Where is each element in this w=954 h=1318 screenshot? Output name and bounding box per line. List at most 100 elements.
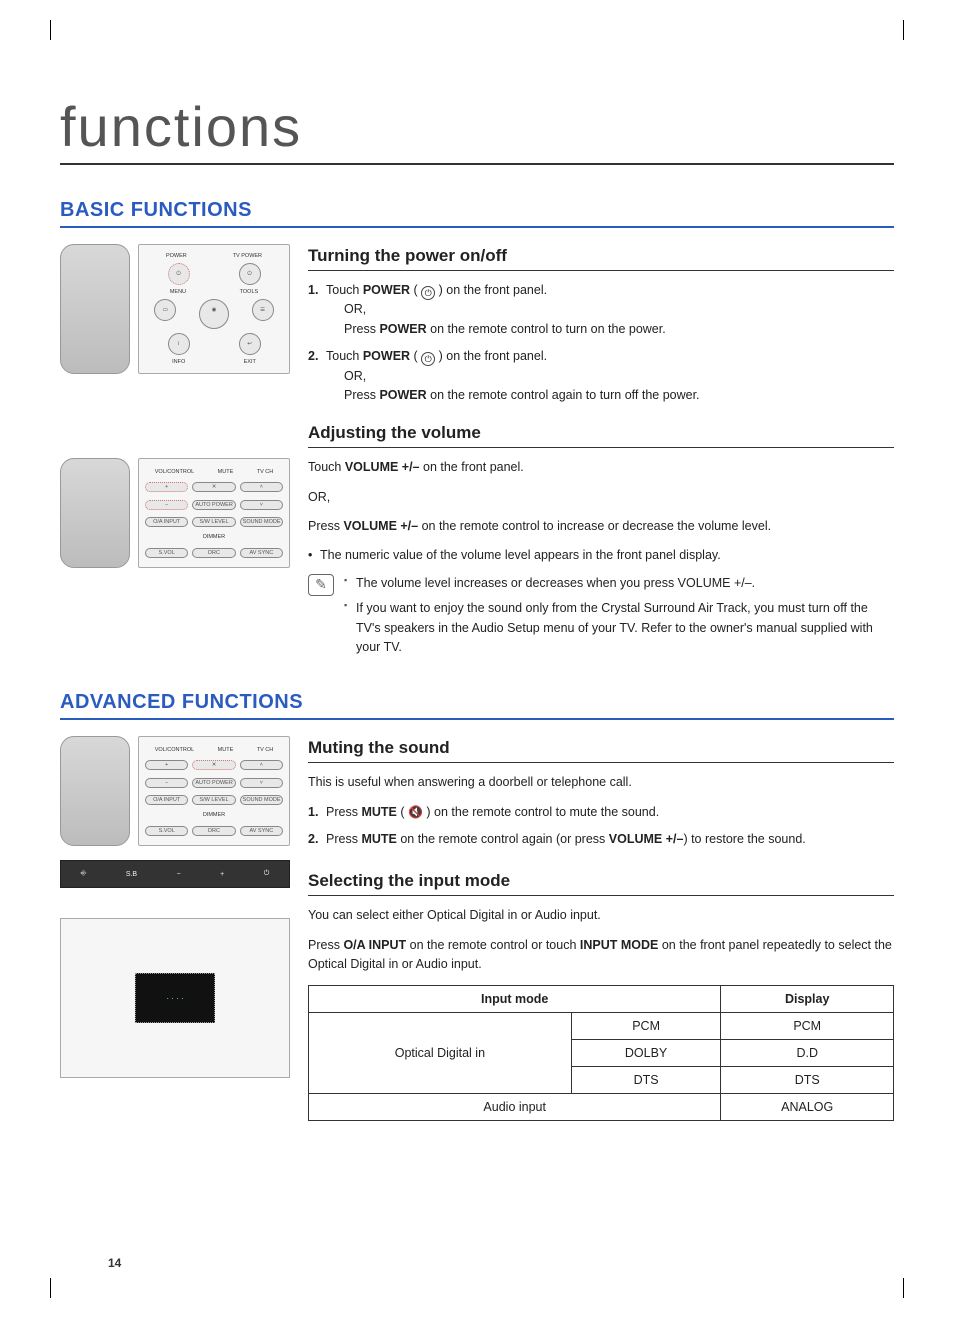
power-icon: ⏻ — [421, 352, 435, 366]
remote-diagram-3: VOL/CONTROL MUTE TV CH + ✕ ˄ − AUTO POWE… — [60, 736, 290, 846]
text: ) on the front panel. — [435, 349, 547, 363]
text: Press — [326, 832, 361, 846]
svol-button: S.VOL — [145, 826, 188, 836]
text: Touch — [326, 283, 363, 297]
volume-p1: Touch VOLUME +/– on the front panel. — [308, 458, 894, 477]
device-bar-item: S.B — [126, 871, 137, 878]
mute-step-1: 1. Press MUTE ( 🔇 ) on the remote contro… — [308, 803, 894, 822]
th-input-mode: Input mode — [309, 985, 721, 1012]
bold-mute: MUTE — [361, 805, 396, 819]
volume-note-2: If you want to enjoy the sound only from… — [344, 599, 894, 657]
text: on the remote control or touch — [406, 938, 580, 952]
text: Press — [308, 519, 343, 533]
sw-level-button: S/W LEVEL — [192, 517, 235, 527]
power-icon: ⏻ — [421, 286, 435, 300]
advanced-functions-heading: ADVANCED FUNCTIONS — [60, 691, 894, 720]
device-bar-item: + — [220, 871, 224, 878]
text: Press — [344, 322, 379, 336]
bold-power: POWER — [363, 349, 410, 363]
bold-power: POWER — [379, 388, 426, 402]
remote-diagram-2: VOL/CONTROL MUTE TV CH + ✕ ˄ − AUTO POWE… — [60, 458, 290, 568]
menu-button-icon: ▭ — [154, 299, 176, 321]
label-power: POWER — [166, 253, 187, 259]
text: ) on the remote control to mute the soun… — [423, 805, 659, 819]
volume-note-1: The volume level increases or decreases … — [344, 574, 894, 593]
text: Press — [326, 805, 361, 819]
label-mute: MUTE — [218, 469, 234, 475]
cell-audio-input: Audio input — [309, 1093, 721, 1120]
bold-power: POWER — [379, 322, 426, 336]
volume-bullet: The numeric value of the volume level ap… — [308, 546, 894, 565]
muting-heading: Muting the sound — [308, 738, 894, 763]
turning-power-heading: Turning the power on/off — [308, 246, 894, 271]
bold-oa: O/A INPUT — [343, 938, 406, 952]
mute-icon: 🔇 — [408, 805, 423, 819]
text: Touch — [326, 349, 363, 363]
mute-button: ✕ — [192, 760, 235, 770]
svol-button: S.VOL — [145, 548, 188, 558]
label-mute: MUTE — [218, 747, 234, 753]
label-vol: VOL/CONTROL — [155, 747, 194, 753]
info-button-icon: i — [168, 333, 190, 355]
exit-button-icon: ↩ — [239, 333, 261, 355]
text: on the remote control again (or press — [397, 832, 609, 846]
cell-dolby-disp: D.D — [721, 1039, 894, 1066]
text-or: OR, — [326, 367, 894, 386]
note-icon: ✎ — [308, 574, 334, 596]
cell-dts-disp: DTS — [721, 1066, 894, 1093]
tv-power-button-icon: ⏻ — [239, 263, 261, 285]
drc-button: DRC — [192, 548, 235, 558]
volume-p2: Press VOLUME +/– on the remote control t… — [308, 517, 894, 536]
sound-mode-button: SOUND MODE — [240, 795, 283, 805]
ch-down-button: ˅ — [240, 778, 283, 788]
text: Press — [308, 938, 343, 952]
input-mode-heading: Selecting the input mode — [308, 871, 894, 896]
drc-button: DRC — [192, 826, 235, 836]
text: on the front panel. — [420, 460, 524, 474]
text: ( — [410, 349, 421, 363]
device-display: · · · · — [135, 973, 215, 1023]
text: ) on the front panel. — [435, 283, 547, 297]
power-step-1: 1. Touch POWER ( ⏻ ) on the front panel.… — [308, 281, 894, 339]
volume-or: OR, — [308, 488, 894, 507]
adjusting-volume-heading: Adjusting the volume — [308, 423, 894, 448]
text: Touch — [308, 460, 345, 474]
bold-power: POWER — [363, 283, 410, 297]
label-tvch: TV CH — [257, 469, 274, 475]
basic-functions-heading: BASIC FUNCTIONS — [60, 199, 894, 228]
sw-level-button: S/W LEVEL — [192, 795, 235, 805]
input-mode-table: Input mode Display Optical Digital in PC… — [308, 985, 894, 1121]
label-tools: TOOLS — [240, 289, 259, 295]
label-vol: VOL/CONTROL — [155, 469, 194, 475]
device-bar-item: ⏻ — [264, 870, 270, 878]
bold-volume: VOLUME +/– — [345, 460, 420, 474]
vol-plus-button: + — [145, 760, 188, 770]
label-dimmer: DIMMER — [145, 812, 283, 818]
label-dimmer: DIMMER — [145, 534, 283, 540]
bold-volume: VOLUME +/– — [343, 519, 418, 533]
bold-inputmode: INPUT MODE — [580, 938, 658, 952]
oa-input-button: O/A INPUT — [145, 795, 188, 805]
text: ) to restore the sound. — [683, 832, 805, 846]
auto-power-button: AUTO POWER — [192, 778, 235, 788]
remote-diagram-1: POWER TV POWER ⏻ ⏻ MENU TOOLS ▭ ◉ ☰ i — [60, 244, 290, 374]
input-p1: You can select either Optical Digital in… — [308, 906, 894, 925]
power-button-icon: ⏻ — [168, 263, 190, 285]
text: on the remote control to increase or dec… — [418, 519, 771, 533]
label-exit: EXIT — [244, 359, 256, 365]
label-tvch: TV CH — [257, 747, 274, 753]
vol-plus-button: + — [145, 482, 188, 492]
device-bar-item: ⎆ — [81, 870, 87, 878]
cell-dolby: DOLBY — [571, 1039, 721, 1066]
text: ( — [410, 283, 421, 297]
power-step-2: 2. Touch POWER ( ⏻ ) on the front panel.… — [308, 347, 894, 405]
page-number: 14 — [108, 1256, 121, 1270]
label-info: INFO — [172, 359, 185, 365]
input-p2: Press O/A INPUT on the remote control or… — [308, 936, 894, 975]
nav-pad-icon: ◉ — [199, 299, 229, 329]
label-menu: MENU — [170, 289, 186, 295]
text-or: OR, — [326, 300, 894, 319]
device-diagram: ⎆ S.B − + ⏻ · · · · — [60, 860, 290, 1078]
ch-up-button: ˄ — [240, 482, 283, 492]
vol-minus-button: − — [145, 778, 188, 788]
